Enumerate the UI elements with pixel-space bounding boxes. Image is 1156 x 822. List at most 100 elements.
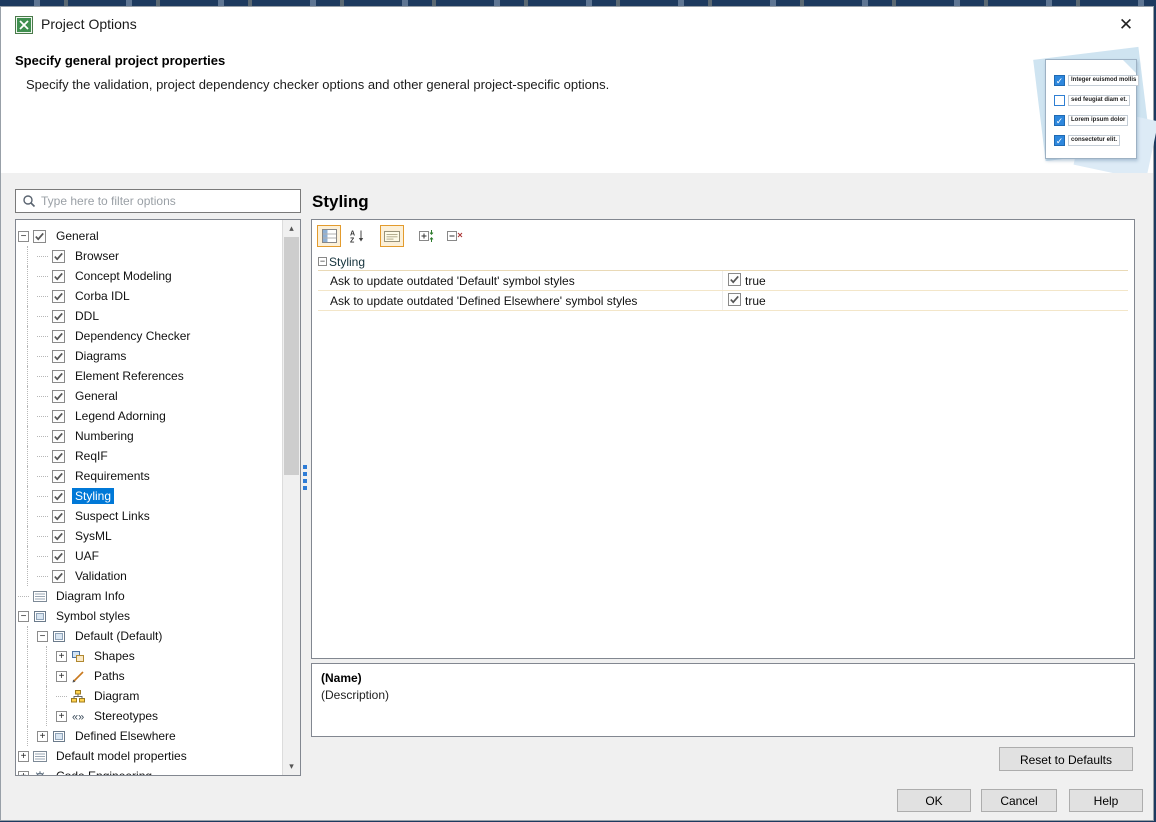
tree-scrollbar[interactable]: ▴ ▾	[282, 220, 300, 775]
tree-item-default-model-properties[interactable]: +Default model properties	[18, 746, 283, 766]
tree-item-label: Corba IDL	[72, 288, 133, 304]
expand-expander-icon[interactable]: +	[37, 731, 48, 742]
tree-item-default-default[interactable]: −Default (Default)	[18, 626, 283, 646]
checkbox-checked-icon[interactable]	[52, 409, 68, 423]
paths-icon	[71, 669, 87, 683]
checkbox-checked-icon[interactable]	[52, 389, 68, 403]
value-checkbox-checked-icon[interactable]	[728, 293, 741, 309]
tree-item-suspect-links[interactable]: Suspect Links	[18, 506, 283, 526]
tree-item-numbering[interactable]: Numbering	[18, 426, 283, 446]
checkbox-checked-icon[interactable]	[52, 549, 68, 563]
tree-item-shapes[interactable]: +Shapes	[18, 646, 283, 666]
collapse-expander-icon[interactable]: −	[18, 611, 29, 622]
expand-expander-icon[interactable]: +	[18, 771, 29, 776]
collapse-expander-icon[interactable]: −	[18, 231, 29, 242]
tree-item-label: Browser	[72, 248, 122, 264]
checkbox-checked-icon[interactable]	[52, 329, 68, 343]
value-checkbox-checked-icon[interactable]	[728, 273, 741, 289]
scroll-up-icon[interactable]: ▴	[283, 220, 300, 237]
splitter-handle[interactable]	[303, 465, 308, 493]
filter-input[interactable]	[36, 193, 300, 209]
checkbox-checked-icon[interactable]	[52, 369, 68, 383]
property-name: Ask to update outdated 'Default' symbol …	[318, 271, 723, 290]
tree-guide-line	[18, 566, 37, 586]
ok-button[interactable]: OK	[897, 789, 971, 812]
tree-item-general[interactable]: General	[18, 386, 283, 406]
tree-item-defined-elsewhere[interactable]: +Defined Elsewhere	[18, 726, 283, 746]
tree-guide-line	[37, 666, 56, 686]
tree-guide-line	[18, 666, 37, 686]
tree-item-diagrams[interactable]: Diagrams	[18, 346, 283, 366]
checkbox-checked-icon[interactable]	[52, 349, 68, 363]
close-icon[interactable]: ✕	[1115, 14, 1137, 36]
tree-item-diagram[interactable]: Diagram	[18, 686, 283, 706]
tree-item-corba-idl[interactable]: Corba IDL	[18, 286, 283, 306]
checkbox-checked-icon[interactable]	[52, 449, 68, 463]
cancel-button[interactable]: Cancel	[981, 789, 1057, 812]
expand-expander-icon[interactable]: +	[56, 711, 67, 722]
properties-grid: − Styling Ask to update outdated 'Defaul…	[318, 253, 1128, 311]
tree-item-general[interactable]: −General	[18, 226, 283, 246]
tree-item-label: Diagram	[91, 688, 142, 704]
tree-item-sysml[interactable]: SysML	[18, 526, 283, 546]
categorized-view-icon[interactable]	[317, 225, 341, 247]
art-check-rows: ✓Integer euismod mollissed feugiat diam …	[1046, 74, 1136, 147]
tree-item-code-engineering[interactable]: +Code Engineering	[18, 766, 283, 775]
tree-item-styling[interactable]: Styling	[18, 486, 283, 506]
project-options-icon	[15, 16, 33, 34]
tree-item-browser[interactable]: Browser	[18, 246, 283, 266]
tree-item-concept-modeling[interactable]: Concept Modeling	[18, 266, 283, 286]
tree-guide-line	[18, 686, 37, 706]
help-button[interactable]: Help	[1069, 789, 1143, 812]
tree-item-diagram-info[interactable]: Diagram Info	[18, 586, 283, 606]
collapse-group-icon[interactable]: −	[318, 257, 327, 266]
checkbox-checked-icon[interactable]	[52, 489, 68, 503]
expand-expander-icon[interactable]: +	[56, 651, 67, 662]
description-panel: (Name) (Description)	[311, 663, 1135, 737]
tree-connector	[37, 371, 48, 382]
description-text: (Description)	[321, 688, 1125, 702]
property-row[interactable]: Ask to update outdated 'Default' symbol …	[318, 271, 1128, 291]
checkbox-checked-icon[interactable]	[33, 229, 49, 243]
scrollbar-thumb[interactable]	[284, 237, 299, 475]
tree-item-stereotypes[interactable]: +«»Stereotypes	[18, 706, 283, 726]
property-row[interactable]: Ask to update outdated 'Defined Elsewher…	[318, 291, 1128, 311]
collapse-all-icon[interactable]	[443, 225, 467, 247]
tree-item-label: Symbol styles	[53, 608, 133, 624]
checkbox-checked-icon[interactable]	[52, 509, 68, 523]
tree-item-requirements[interactable]: Requirements	[18, 466, 283, 486]
tree-item-label: Element References	[72, 368, 187, 384]
tree-item-validation[interactable]: Validation	[18, 566, 283, 586]
sort-alphabetically-icon[interactable]: AZ	[345, 225, 369, 247]
tree-item-label: Numbering	[72, 428, 137, 444]
tree-guide-line	[18, 366, 37, 386]
tree-item-ddl[interactable]: DDL	[18, 306, 283, 326]
checkbox-checked-icon[interactable]	[52, 309, 68, 323]
checkbox-checked-icon[interactable]	[52, 249, 68, 263]
checkbox-checked-icon[interactable]	[52, 469, 68, 483]
show-description-icon[interactable]	[380, 225, 404, 247]
expand-expander-icon[interactable]: +	[56, 671, 67, 682]
tree-item-dependency-checker[interactable]: Dependency Checker	[18, 326, 283, 346]
property-group-row[interactable]: − Styling	[318, 253, 1128, 271]
checkbox-checked-icon[interactable]	[52, 289, 68, 303]
tree-item-element-references[interactable]: Element References	[18, 366, 283, 386]
checkbox-checked-icon[interactable]	[52, 529, 68, 543]
tree-item-legend-adorning[interactable]: Legend Adorning	[18, 406, 283, 426]
tree-item-reqif[interactable]: ReqIF	[18, 446, 283, 466]
tree-item-symbol-styles[interactable]: − Symbol styles	[18, 606, 283, 626]
checkbox-checked-icon[interactable]	[52, 569, 68, 583]
checkbox-checked-icon[interactable]	[52, 269, 68, 283]
tree-connector	[37, 311, 48, 322]
tree-guide-line	[18, 546, 37, 566]
tree-item-label: ReqIF	[72, 448, 111, 464]
expand-expander-icon[interactable]: +	[18, 751, 29, 762]
checkbox-checked-icon[interactable]	[52, 429, 68, 443]
scroll-down-icon[interactable]: ▾	[283, 758, 300, 775]
tree-guide-line	[18, 626, 37, 646]
expand-all-icon[interactable]	[415, 225, 439, 247]
reset-to-defaults-button[interactable]: Reset to Defaults	[999, 747, 1133, 771]
collapse-expander-icon[interactable]: −	[37, 631, 48, 642]
tree-item-paths[interactable]: +Paths	[18, 666, 283, 686]
tree-item-uaf[interactable]: UAF	[18, 546, 283, 566]
